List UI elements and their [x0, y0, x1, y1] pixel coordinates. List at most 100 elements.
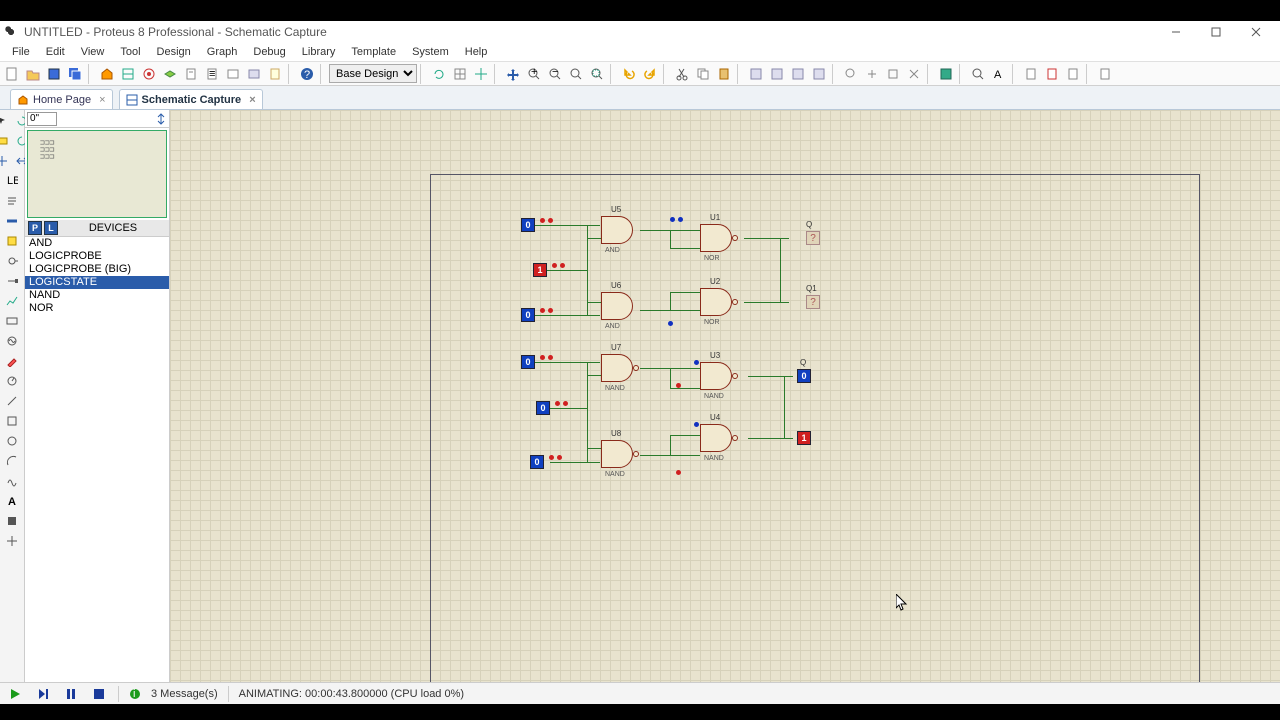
copy-icon[interactable] [693, 64, 713, 84]
coord-input[interactable] [27, 112, 57, 126]
pan-icon[interactable] [503, 64, 523, 84]
component-mode-icon[interactable] [0, 132, 11, 150]
menu-template[interactable]: Template [343, 44, 404, 60]
device-pin-icon[interactable] [3, 272, 21, 290]
logicstate-input[interactable]: 0 [536, 401, 550, 415]
wire-autoroute-icon[interactable] [936, 64, 956, 84]
zoom-out-icon[interactable]: − [545, 64, 565, 84]
block-rotate-icon[interactable] [788, 64, 808, 84]
pick-icon[interactable] [841, 64, 861, 84]
selection-mode-icon[interactable] [0, 112, 11, 130]
home-icon[interactable] [97, 64, 117, 84]
block-copy-icon[interactable] [746, 64, 766, 84]
menu-design[interactable]: Design [149, 44, 199, 60]
new-sheet-icon[interactable] [1021, 64, 1041, 84]
gate-u7[interactable]: U7 NAND [601, 354, 633, 382]
menu-file[interactable]: File [4, 44, 38, 60]
mirror-v-icon[interactable] [155, 113, 167, 125]
stop-button[interactable] [90, 685, 108, 703]
logicstate-input[interactable]: 0 [521, 218, 535, 232]
gerber-icon[interactable] [181, 64, 201, 84]
decompose-icon[interactable] [904, 64, 924, 84]
close-icon[interactable]: × [249, 94, 255, 106]
property-assign-icon[interactable]: A [989, 64, 1009, 84]
3d-icon[interactable] [160, 64, 180, 84]
subcircuit-mode-icon[interactable] [3, 232, 21, 250]
schematic-icon[interactable] [118, 64, 138, 84]
maximize-button[interactable] [1196, 21, 1236, 42]
gate-u8[interactable]: U8 NAND [601, 440, 633, 468]
tab-home[interactable]: Home Page × [10, 89, 113, 109]
device-list-item[interactable]: LOGICSTATE [25, 276, 169, 289]
search-icon[interactable] [968, 64, 988, 84]
packaging-icon[interactable] [883, 64, 903, 84]
gate-u5[interactable]: U5 AND [601, 216, 633, 244]
menu-system[interactable]: System [404, 44, 457, 60]
library-button[interactable]: L [44, 221, 58, 235]
save-all-icon[interactable] [65, 64, 85, 84]
redo-icon[interactable] [640, 64, 660, 84]
path-2d-icon[interactable] [3, 472, 21, 490]
junction-mode-icon[interactable] [0, 152, 11, 170]
minimize-button[interactable] [1156, 21, 1196, 42]
terminal-mode-icon[interactable] [3, 252, 21, 270]
box-2d-icon[interactable] [3, 412, 21, 430]
menu-edit[interactable]: Edit [38, 44, 73, 60]
grid-icon[interactable] [450, 64, 470, 84]
pause-button[interactable] [62, 685, 80, 703]
menu-library[interactable]: Library [294, 44, 344, 60]
design-selector[interactable]: Base Design [329, 64, 417, 83]
erc-icon[interactable] [1095, 64, 1115, 84]
cut-icon[interactable] [672, 64, 692, 84]
zoom-area-icon[interactable] [587, 64, 607, 84]
exit-sheet-icon[interactable] [1063, 64, 1083, 84]
menu-tool[interactable]: Tool [112, 44, 148, 60]
marker-2d-icon[interactable] [3, 532, 21, 550]
save-icon[interactable] [44, 64, 64, 84]
gate-u4[interactable]: U4 NAND [700, 424, 732, 452]
gate-u3[interactable]: U3 NAND [700, 362, 732, 390]
gate-u2[interactable]: U2 NOR [700, 288, 732, 316]
step-button[interactable] [34, 685, 52, 703]
zoom-fit-icon[interactable] [566, 64, 586, 84]
refresh-icon[interactable] [429, 64, 449, 84]
device-list-item[interactable]: NAND [25, 289, 169, 302]
logicstate-input[interactable]: 1 [533, 263, 547, 277]
line-2d-icon[interactable] [3, 392, 21, 410]
graph-mode-icon[interactable] [3, 292, 21, 310]
messages-label[interactable]: 3 Message(s) [151, 688, 218, 700]
undo-icon[interactable] [619, 64, 639, 84]
circle-2d-icon[interactable] [3, 432, 21, 450]
device-list[interactable]: ANDLOGICPROBELOGICPROBE (BIG)LOGICSTATEN… [25, 237, 169, 682]
overview-window[interactable]: ⊐⊐⊐⊐⊐⊐⊐⊐⊐ [27, 130, 167, 218]
paste-icon[interactable] [714, 64, 734, 84]
device-list-item[interactable]: LOGICPROBE [25, 250, 169, 263]
code-icon[interactable] [223, 64, 243, 84]
help-icon[interactable]: ? [297, 64, 317, 84]
pcb-icon[interactable] [139, 64, 159, 84]
gate-u1[interactable]: U1 NOR [700, 224, 732, 252]
open-file-icon[interactable] [23, 64, 43, 84]
new-file-icon[interactable] [2, 64, 22, 84]
bom-icon[interactable]: ≡ [202, 64, 222, 84]
zoom-in-icon[interactable]: + [524, 64, 544, 84]
close-button[interactable] [1236, 21, 1276, 42]
logicstate-input[interactable]: 0 [521, 355, 535, 369]
gate-u6[interactable]: U6 AND [601, 292, 633, 320]
make-device-icon[interactable] [862, 64, 882, 84]
symbol-2d-icon[interactable] [3, 512, 21, 530]
device-list-item[interactable]: NOR [25, 302, 169, 315]
logicstate-input[interactable]: 0 [521, 308, 535, 322]
logicstate-input[interactable]: 0 [530, 455, 544, 469]
bus-mode-icon[interactable] [3, 212, 21, 230]
text-script-icon[interactable] [3, 192, 21, 210]
play-button[interactable] [6, 685, 24, 703]
text-2d-icon[interactable]: A [3, 492, 21, 510]
device-list-item[interactable]: AND [25, 237, 169, 250]
project-icon[interactable] [244, 64, 264, 84]
generator-mode-icon[interactable] [3, 332, 21, 350]
probe-mode-icon[interactable] [3, 352, 21, 370]
menu-graph[interactable]: Graph [199, 44, 246, 60]
schematic-canvas[interactable]: U5 AND U6 AND U1 NOR U2 NOR U7 [170, 110, 1280, 682]
remove-sheet-icon[interactable] [1042, 64, 1062, 84]
